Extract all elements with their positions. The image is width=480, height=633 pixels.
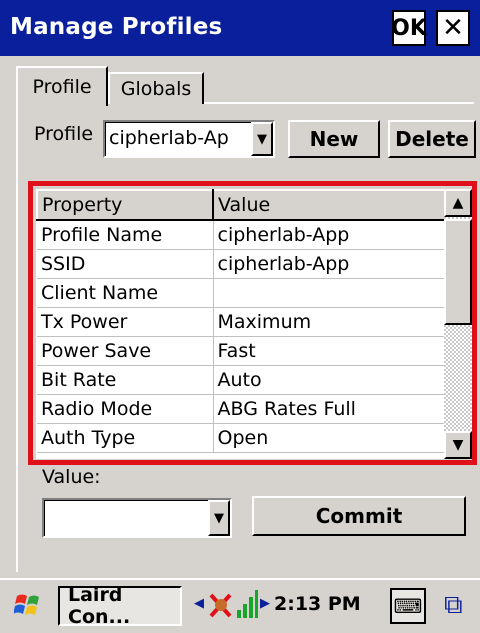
- delete-button[interactable]: Delete: [388, 120, 476, 158]
- keyboard-icon[interactable]: ⌨: [390, 588, 426, 624]
- taskbar: Laird Con... ◀ ▶ 2:13 PM ⌨ ⧉: [0, 578, 480, 633]
- value-cell: Fast: [213, 336, 446, 366]
- chevron-down-icon[interactable]: ▼: [208, 500, 230, 536]
- profile-select-value: cipherlab-Ap: [109, 127, 229, 149]
- property-cell: Power Save: [37, 336, 214, 366]
- table-row[interactable]: SSID cipherlab-App: [37, 249, 446, 279]
- value-select[interactable]: ▼: [42, 498, 232, 538]
- task-laird-button[interactable]: Laird Con...: [58, 584, 182, 628]
- profile-label: Profile: [34, 123, 94, 145]
- table-row[interactable]: Power Save Fast: [37, 336, 446, 366]
- scroll-up-icon[interactable]: ▲: [444, 189, 472, 217]
- table-row[interactable]: Radio Mode ABG Rates Full: [37, 394, 446, 424]
- close-button[interactable]: ✕: [436, 10, 470, 46]
- title-bar: Manage Profiles OK ✕: [0, 0, 480, 56]
- value-cell: cipherlab-App: [213, 220, 446, 250]
- windows-start-icon[interactable]: [14, 590, 44, 620]
- tab-profile[interactable]: Profile: [16, 66, 108, 106]
- value-cell: Auto: [213, 365, 446, 395]
- table-row[interactable]: Client Name: [37, 278, 446, 308]
- scroll-down-icon[interactable]: ▼: [444, 431, 472, 459]
- right-arrow-icon[interactable]: ▶: [260, 596, 270, 611]
- property-cell: Bit Rate: [37, 365, 214, 395]
- grid-header-value[interactable]: Value: [212, 189, 446, 221]
- property-cell: Client Name: [37, 278, 214, 308]
- chevron-down-icon[interactable]: ▼: [251, 122, 273, 156]
- value-label: Value:: [42, 466, 101, 488]
- property-cell: Auth Type: [37, 423, 214, 453]
- value-cell: [213, 278, 446, 308]
- grid-scrollbar[interactable]: ▲ ▼: [444, 189, 472, 459]
- value-cell: cipherlab-App: [213, 249, 446, 279]
- property-cell: Tx Power: [37, 307, 214, 337]
- new-button[interactable]: New: [288, 120, 380, 158]
- left-arrow-icon[interactable]: ◀: [194, 596, 204, 611]
- table-row[interactable]: Bit Rate Auto: [37, 365, 446, 395]
- window-title: Manage Profiles: [10, 14, 223, 40]
- value-cell: Maximum: [213, 307, 446, 337]
- clock[interactable]: 2:13 PM: [274, 593, 361, 615]
- commit-button[interactable]: Commit: [252, 496, 466, 536]
- property-cell: Profile Name: [37, 220, 214, 250]
- table-row[interactable]: Auth Type Open: [37, 423, 446, 453]
- signal-icon[interactable]: [236, 588, 258, 620]
- property-cell: Radio Mode: [37, 394, 214, 424]
- scroll-thumb[interactable]: [444, 219, 472, 325]
- ok-button[interactable]: OK: [391, 10, 427, 46]
- property-grid[interactable]: Property Value Profile Name cipherlab-Ap…: [36, 189, 472, 459]
- grid-header-property[interactable]: Property: [36, 189, 214, 221]
- tab-globals[interactable]: Globals: [108, 72, 204, 104]
- table-row[interactable]: Profile Name cipherlab-App: [37, 220, 446, 250]
- property-cell: SSID: [37, 249, 214, 279]
- network-disconnected-icon[interactable]: [208, 590, 236, 620]
- value-cell: ABG Rates Full: [213, 394, 446, 424]
- profile-select[interactable]: cipherlab-Ap ▼: [103, 120, 275, 158]
- table-row[interactable]: Tx Power Maximum: [37, 307, 446, 337]
- window-switcher-icon[interactable]: ⧉: [444, 590, 463, 621]
- value-cell: Open: [213, 423, 446, 453]
